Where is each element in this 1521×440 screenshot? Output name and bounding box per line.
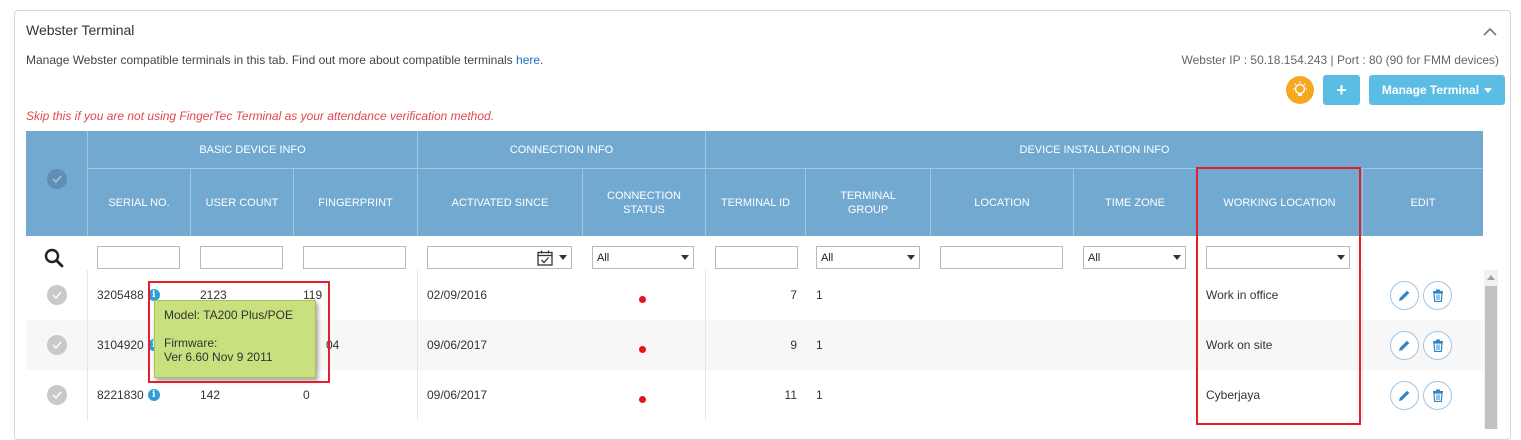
serial-cell: 3104920i <box>97 320 160 370</box>
terminal-group-cell: 1 <box>816 288 823 302</box>
calendar-icon[interactable] <box>537 250 553 266</box>
edit-button[interactable] <box>1390 281 1419 310</box>
tooltip-firmware-value: Ver 6.60 Nov 9 2011 <box>164 350 273 364</box>
delete-button[interactable] <box>1423 331 1452 360</box>
info-icon[interactable]: i <box>147 389 160 401</box>
device-info-tooltip: Model: TA200 Plus/POE Firmware: Ver 6.60… <box>154 300 316 378</box>
status-dot-icon <box>639 345 646 353</box>
scroll-up-arrow-icon[interactable] <box>1487 275 1495 280</box>
col-terminal-group[interactable]: TERMINAL GROUP <box>805 168 930 236</box>
serial-cell: 8221830 i <box>97 370 160 420</box>
col-fingerprint[interactable]: FINGERPRINT <box>293 168 417 236</box>
caret-down-icon <box>1337 255 1345 260</box>
serial-value: 3205488 <box>97 288 144 302</box>
working-location-select[interactable] <box>1206 246 1350 269</box>
tooltip-model: Model: TA200 Plus/POE <box>164 308 293 322</box>
add-terminal-button[interactable]: + <box>1323 75 1360 105</box>
group-basic-device-info: BASIC DEVICE INFO <box>87 131 417 168</box>
time-zone-value: All <box>1088 251 1101 264</box>
serial-filter-input[interactable] <box>97 246 180 269</box>
description-text: Manage Webster compatible terminals in t… <box>26 53 517 67</box>
trash-icon <box>1432 289 1443 302</box>
serial-value: 3104920 <box>97 338 144 352</box>
terminal-group-cell: 1 <box>816 338 823 352</box>
col-user-count[interactable]: USER COUNT <box>190 168 293 236</box>
caret-down-icon <box>907 255 915 260</box>
terminal-id-filter-input[interactable] <box>715 246 798 269</box>
terminal-id-cell: 7 <box>790 288 797 302</box>
user-count-filter-input[interactable] <box>200 246 283 269</box>
connection-status-value: All <box>597 251 610 264</box>
activated-cell: 09/06/2017 <box>427 388 488 402</box>
manage-terminal-label: Manage Terminal <box>1381 83 1480 97</box>
pencil-icon <box>1399 390 1410 401</box>
manage-terminal-button[interactable]: Manage Terminal <box>1369 75 1505 105</box>
warning-message: Skip this if you are not using FingerTec… <box>26 109 495 123</box>
working-location-cell: Work on site <box>1206 338 1273 352</box>
edit-button[interactable] <box>1390 381 1419 410</box>
description-end: . <box>540 53 544 67</box>
activated-date-filter[interactable] <box>427 246 572 269</box>
fingerprint-cell: 04 <box>326 338 340 352</box>
caret-down-icon <box>1173 255 1181 260</box>
caret-down-icon <box>1484 87 1493 93</box>
group-connection-info: CONNECTION INFO <box>417 131 705 168</box>
terminal-group-cell: 1 <box>816 388 823 402</box>
group-device-installation-info: DEVICE INSTALLATION INFO <box>705 131 1483 168</box>
row-select-check-icon[interactable] <box>47 335 67 355</box>
collapse-chevron-icon[interactable] <box>1482 25 1498 37</box>
pencil-icon <box>1399 290 1410 301</box>
caret-down-icon <box>681 255 689 260</box>
pencil-icon <box>1399 340 1410 351</box>
col-serial-no[interactable]: SERIAL NO. <box>87 168 190 236</box>
working-location-cell: Cyberjaya <box>1206 388 1261 402</box>
trash-icon <box>1432 389 1443 402</box>
panel-description: Manage Webster compatible terminals in t… <box>26 53 543 67</box>
connection-status-cell <box>639 370 646 420</box>
serial-value: 8221830 <box>97 388 144 402</box>
panel-title: Webster Terminal <box>26 22 135 38</box>
serial-cell: 3205488 i <box>97 270 160 320</box>
connection-status-cell <box>639 320 646 370</box>
col-location[interactable]: LOCATION <box>930 168 1073 236</box>
caret-down-icon <box>559 255 567 260</box>
terminal-id-cell: 9 <box>790 338 797 352</box>
tooltip-firmware-label: Firmware: <box>164 336 218 350</box>
fingerprint-filter-input[interactable] <box>303 246 406 269</box>
terminal-group-value: All <box>821 251 834 264</box>
connection-status-cell <box>639 270 646 320</box>
connection-status-select[interactable]: All <box>592 246 694 269</box>
col-terminal-id[interactable]: TERMINAL ID <box>705 168 805 236</box>
scrollbar-thumb[interactable] <box>1485 286 1497 429</box>
time-zone-select[interactable]: All <box>1083 246 1186 269</box>
table-header: BASIC DEVICE INFO CONNECTION INFO DEVICE… <box>26 131 1483 236</box>
table-scrollbar[interactable] <box>1484 270 1498 429</box>
here-link[interactable]: here <box>516 53 540 67</box>
delete-button[interactable] <box>1423 281 1452 310</box>
col-time-zone[interactable]: TIME ZONE <box>1073 168 1196 236</box>
webster-ip-info: Webster IP : 50.18.154.243 | Port : 80 (… <box>1181 53 1500 67</box>
location-filter-input[interactable] <box>940 246 1063 269</box>
col-working-location[interactable]: WORKING LOCATION <box>1196 168 1362 236</box>
select-all-check-icon[interactable] <box>47 169 67 189</box>
activated-cell: 02/09/2016 <box>427 288 488 302</box>
status-dot-icon <box>639 395 646 403</box>
terminal-group-select[interactable]: All <box>816 246 920 269</box>
trash-icon <box>1432 339 1443 352</box>
row-select-check-icon[interactable] <box>47 385 67 405</box>
col-edit: EDIT <box>1362 168 1483 236</box>
terminal-id-cell: 11 <box>784 388 797 402</box>
delete-button[interactable] <box>1423 381 1452 410</box>
lightbulb-icon <box>1293 81 1307 96</box>
tips-bulb-button[interactable] <box>1286 76 1314 104</box>
col-activated-since[interactable]: ACTIVATED SINCE <box>417 168 582 236</box>
working-location-cell: Work in office <box>1206 288 1279 302</box>
row-select-check-icon[interactable] <box>47 285 67 305</box>
status-dot-icon <box>639 295 646 303</box>
activated-cell: 09/06/2017 <box>427 338 488 352</box>
edit-button[interactable] <box>1390 331 1419 360</box>
col-connection-status[interactable]: CONNECTION STATUS <box>582 168 705 236</box>
